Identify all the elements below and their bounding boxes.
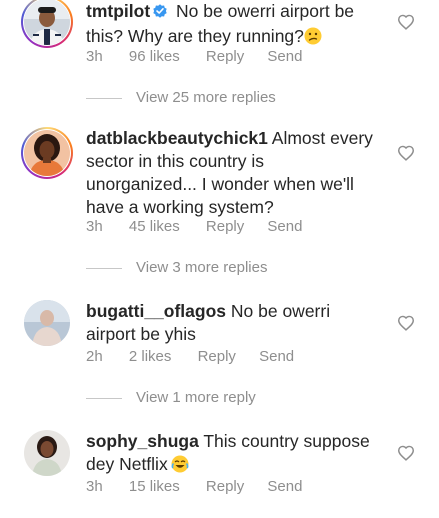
- view-more-replies[interactable]: View 25 more replies: [86, 89, 276, 106]
- likes-count[interactable]: 2 likes: [129, 348, 172, 365]
- reply-button[interactable]: Reply: [206, 478, 244, 495]
- view-more-replies-label[interactable]: View 3 more replies: [136, 259, 267, 276]
- divider: [86, 267, 122, 269]
- send-button[interactable]: Send: [267, 218, 302, 235]
- comment-body: sophy_shuga This country suppose dey Net…: [86, 430, 376, 479]
- heart-outline-icon[interactable]: [397, 14, 415, 30]
- divider: [86, 397, 122, 399]
- confused-face-icon: [304, 27, 322, 51]
- likes-count[interactable]: 15 likes: [129, 478, 180, 495]
- username[interactable]: sophy_shuga: [86, 431, 199, 451]
- face-with-tears-of-joy-icon: [171, 455, 189, 479]
- timestamp: 3h: [86, 218, 103, 235]
- view-more-replies[interactable]: View 1 more reply: [86, 389, 256, 406]
- username[interactable]: bugatti__oflagos: [86, 301, 226, 321]
- comment-body: datblackbeautychick1 Almost every sector…: [86, 127, 376, 219]
- timestamp: 3h: [86, 478, 103, 495]
- send-button[interactable]: Send: [267, 478, 302, 495]
- comment-meta: 3h 15 likes Reply Send: [86, 478, 302, 495]
- comment-body: tmtpilot No be owerri airport be this? W…: [86, 0, 376, 51]
- reply-button[interactable]: Reply: [206, 218, 244, 235]
- timestamp: 3h: [86, 48, 103, 65]
- avatar[interactable]: [24, 430, 70, 476]
- avatar[interactable]: [24, 0, 70, 45]
- divider: [86, 97, 122, 99]
- likes-count[interactable]: 45 likes: [129, 218, 180, 235]
- timestamp: 2h: [86, 348, 103, 365]
- send-button[interactable]: Send: [259, 348, 294, 365]
- view-more-replies-label[interactable]: View 1 more reply: [136, 389, 256, 406]
- username[interactable]: tmtpilot: [86, 1, 150, 21]
- comment-meta: 2h 2 likes Reply Send: [86, 348, 294, 365]
- comment-body: bugatti__oflagos No be owerri airport be…: [86, 300, 376, 346]
- comment-meta: 3h 96 likes Reply Send: [86, 48, 302, 65]
- comment-meta: 3h 45 likes Reply Send: [86, 218, 302, 235]
- reply-button[interactable]: Reply: [206, 48, 244, 65]
- verified-badge-icon: [152, 2, 168, 25]
- username[interactable]: datblackbeautychick1: [86, 128, 268, 148]
- likes-count[interactable]: 96 likes: [129, 48, 180, 65]
- avatar[interactable]: [24, 300, 70, 346]
- view-more-replies[interactable]: View 3 more replies: [86, 259, 267, 276]
- heart-outline-icon[interactable]: [397, 315, 415, 331]
- send-button[interactable]: Send: [267, 48, 302, 65]
- avatar[interactable]: [24, 130, 70, 176]
- story-ring[interactable]: [21, 0, 73, 48]
- heart-outline-icon[interactable]: [397, 145, 415, 161]
- view-more-replies-label[interactable]: View 25 more replies: [136, 89, 276, 106]
- reply-button[interactable]: Reply: [198, 348, 236, 365]
- story-ring[interactable]: [21, 127, 73, 179]
- heart-outline-icon[interactable]: [397, 445, 415, 461]
